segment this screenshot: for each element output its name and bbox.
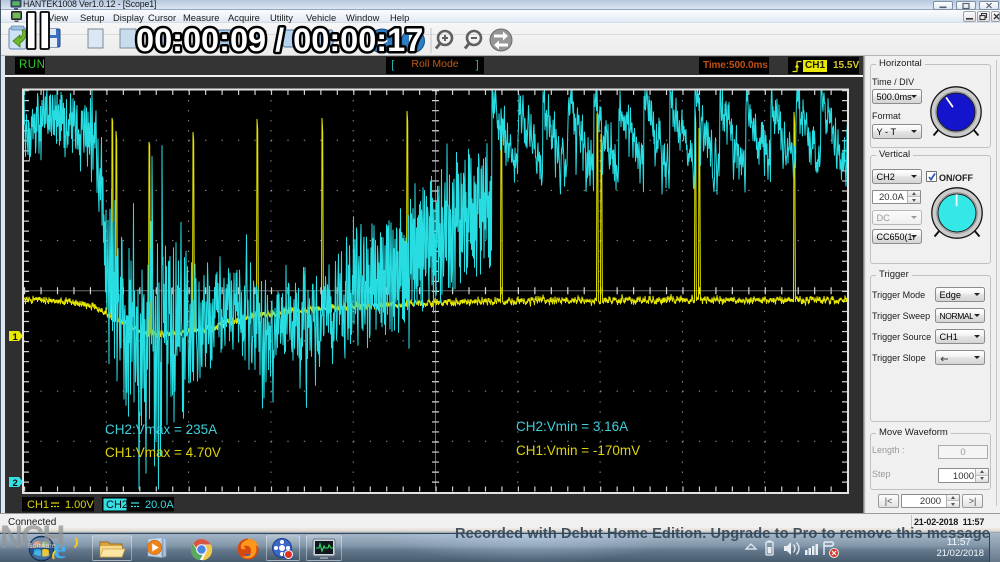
svg-text:20.0A: 20.0A (145, 499, 174, 511)
svg-text:CH2:Vmin = 3.16A: CH2:Vmin = 3.16A (516, 419, 628, 434)
svg-text:CH2:Vmax = 235A: CH2:Vmax = 235A (105, 422, 217, 437)
svg-text:00:00:09 / 00:00:17: 00:00:09 / 00:00:17 (136, 22, 423, 58)
svg-text:2: 2 (13, 478, 18, 489)
svg-text:1: 1 (13, 332, 19, 343)
svg-text:CH1:Vmin = -170mV: CH1:Vmin = -170mV (516, 443, 640, 458)
svg-text:CH1:Vmax = 4.70V: CH1:Vmax = 4.70V (105, 445, 221, 460)
svg-text:CH1: CH1 (27, 499, 49, 511)
svg-text:CH2: CH2 (106, 499, 128, 511)
svg-text:1.00V: 1.00V (65, 499, 94, 511)
